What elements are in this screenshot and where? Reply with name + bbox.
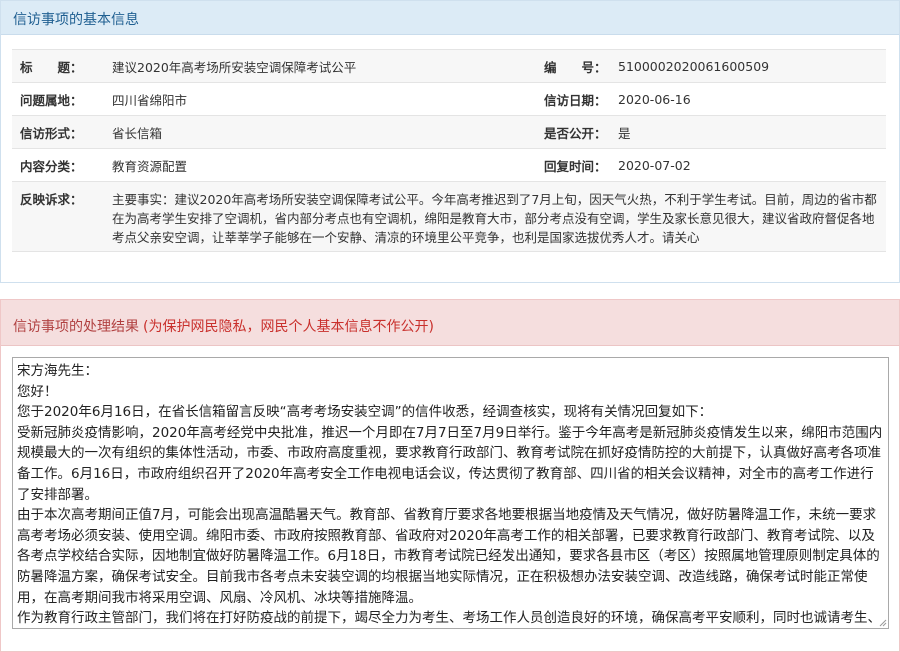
location-label: 问题属地：	[12, 82, 100, 116]
reply-time-value: 2020-07-02	[618, 148, 886, 182]
info-panel-title: 信访事项的基本信息	[13, 12, 139, 28]
title-label: 标 题：	[12, 49, 100, 83]
number-label: 编 号：	[528, 49, 618, 83]
result-panel: 信访事项的处理结果 (为保护网民隐私，网民个人基本信息不作公开) 宋方海先生： 您…	[0, 299, 900, 652]
form-label: 信访形式：	[12, 115, 100, 149]
result-panel-header: 信访事项的处理结果 (为保护网民隐私，网民个人基本信息不作公开)	[1, 300, 899, 346]
date-label: 信访日期：	[528, 82, 618, 116]
result-panel-title-wrap: 信访事项的处理结果 (为保护网民隐私，网民个人基本信息不作公开)	[13, 316, 434, 336]
public-label: 是否公开：	[528, 115, 618, 149]
public-value: 是	[618, 115, 886, 149]
info-panel: 信访事项的基本信息 标 题： 建议2020年高考场所安装空调保障考试公平 编 号…	[0, 0, 900, 283]
reply-paragraph: 作为教育行政主管部门，我们将在打好防疫战的前提下，竭尽全力为考生、考场工作人员创…	[17, 610, 881, 627]
reply-salutation: 宋方海先生：	[17, 363, 98, 379]
reply-greeting: 您好！	[17, 383, 58, 400]
reply-time-label: 回复时间：	[528, 148, 618, 182]
form-value: 省长信箱	[100, 115, 528, 149]
info-table: 标 题： 建议2020年高考场所安装空调保障考试公平 编 号： 51000020…	[12, 49, 886, 252]
resize-handle-icon[interactable]	[878, 618, 887, 627]
title-value: 建议2020年高考场所安装空调保障考试公平	[100, 49, 528, 83]
location-value: 四川省绵阳市	[100, 82, 528, 116]
reply-paragraph: 受新冠肺炎疫情影响，2020年高考经党中央批准，推迟一个月即在7月7日至7月9日…	[17, 424, 883, 503]
result-panel-title: 信访事项的处理结果	[13, 319, 139, 335]
appeal-label: 反映诉求：	[12, 181, 100, 252]
info-row-form: 信访形式： 省长信箱 是否公开： 是	[12, 115, 886, 149]
info-panel-header: 信访事项的基本信息	[1, 1, 899, 35]
category-value: 教育资源配置	[100, 148, 528, 182]
info-row-category: 内容分类： 教育资源配置 回复时间： 2020-07-02	[12, 148, 886, 182]
date-value: 2020-06-16	[618, 82, 886, 116]
reply-textarea[interactable]: 宋方海先生： 您好！ 您于2020年6月16日，在省长信箱留言反映“高考考场安装…	[12, 357, 889, 629]
category-label: 内容分类：	[12, 148, 100, 182]
info-row-appeal: 反映诉求： 主要事实：建议2020年高考场所安装空调保障考试公平。今年高考推迟到…	[12, 181, 886, 252]
number-value: 5100002020061600509	[618, 49, 886, 83]
info-row-title: 标 题： 建议2020年高考场所安装空调保障考试公平 编 号： 51000020…	[12, 49, 886, 83]
reply-paragraph: 由于本次高考期间正值7月，可能会出现高温酷暑天气。教育部、省教育厅要求各地要根据…	[17, 507, 880, 606]
appeal-text: 主要事实：建议2020年高考场所安装空调保障考试公平。今年高考推迟到了7月上旬，…	[100, 181, 886, 252]
info-row-location: 问题属地： 四川省绵阳市 信访日期： 2020-06-16	[12, 82, 886, 116]
reply-paragraph: 您于2020年6月16日，在省长信箱留言反映“高考考场安装空调”的信件收悉，经调…	[17, 404, 713, 421]
privacy-note: (为保护网民隐私，网民个人基本信息不作公开)	[143, 319, 434, 335]
